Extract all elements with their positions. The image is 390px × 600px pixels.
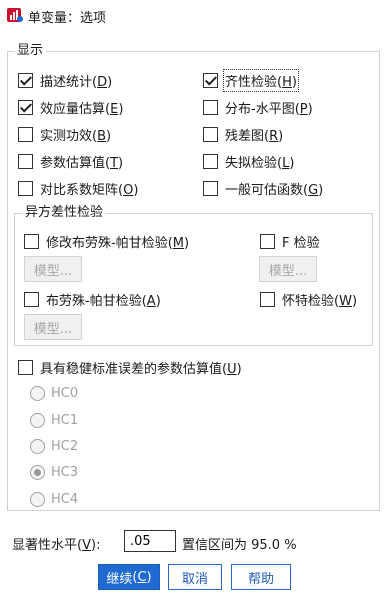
descriptive-stats-checkbox[interactable]: 描述统计(D) xyxy=(18,70,112,90)
help-button[interactable]: 帮助 xyxy=(231,564,291,590)
white-test-label: 怀特检验(W) xyxy=(282,293,358,309)
spread-level-plot-checkbox[interactable]: 分布-水平图(P) xyxy=(203,97,313,117)
hc1-radio-circle[interactable] xyxy=(30,412,45,428)
effect-size-label: 效应量估算(E) xyxy=(40,101,124,117)
hc2-radio[interactable]: HC2 xyxy=(30,436,78,456)
robust-se-check[interactable] xyxy=(18,359,33,375)
modified-breusch-pagan-check[interactable] xyxy=(24,233,39,249)
lack-of-fit-checkbox[interactable]: 失拟检验(L) xyxy=(203,151,294,171)
robust-se-label: 具有稳健标准误差的参数估算值(U) xyxy=(40,361,242,377)
robust-se-checkbox[interactable]: 具有稳健标准误差的参数估算值(U) xyxy=(18,357,242,377)
lack-of-fit-check[interactable] xyxy=(203,153,218,169)
breusch-pagan-model-button[interactable]: 模型... xyxy=(24,314,82,340)
hc3-label: HC3 xyxy=(51,464,79,480)
breusch-pagan-check[interactable] xyxy=(24,291,39,307)
hc0-radio[interactable]: HC0 xyxy=(30,383,78,403)
homogeneity-test-check[interactable] xyxy=(203,72,218,88)
estimable-function-check[interactable] xyxy=(203,180,218,196)
parameter-estimates-checkbox[interactable]: 参数估算值(T) xyxy=(18,151,123,171)
hc0-radio-circle[interactable] xyxy=(30,385,45,401)
estimable-function-label: 一般可估函数(G) xyxy=(225,182,324,198)
title-bar: 单变量：选项 xyxy=(0,0,390,30)
display-group-legend: 显示 xyxy=(14,43,47,59)
effect-size-check[interactable] xyxy=(18,99,33,115)
residual-plot-checkbox[interactable]: 残差图(R) xyxy=(203,124,283,144)
spread-level-plot-check[interactable] xyxy=(203,99,218,115)
residual-plot-check[interactable] xyxy=(203,126,218,142)
white-test-checkbox[interactable]: 怀特检验(W) xyxy=(260,289,357,309)
hc4-radio-circle[interactable] xyxy=(30,491,45,507)
significance-level-input[interactable] xyxy=(124,530,176,552)
confidence-interval-text: 置信区间为 95.0 % xyxy=(182,538,297,553)
homogeneity-test-checkbox[interactable]: 齐性检验(H) xyxy=(203,68,299,92)
observed-power-check[interactable] xyxy=(18,126,33,142)
observed-power-label: 实测功效(B) xyxy=(40,128,112,144)
effect-size-checkbox[interactable]: 效应量估算(E) xyxy=(18,97,123,117)
cancel-button[interactable]: 取消 xyxy=(168,564,222,590)
hc4-radio[interactable]: HC4 xyxy=(30,489,78,509)
homogeneity-test-label: 齐性检验(H) xyxy=(223,68,299,92)
window-title: 单变量：选项 xyxy=(28,11,107,26)
spss-app-icon xyxy=(7,8,23,22)
residual-plot-label: 残差图(R) xyxy=(225,128,284,144)
breusch-pagan-checkbox[interactable]: 布劳殊-帕甘检验(A) xyxy=(24,289,161,309)
f-test-model-button[interactable]: 模型... xyxy=(259,256,317,282)
hc3-radio-circle[interactable] xyxy=(30,464,45,480)
contrast-matrix-label: 对比系数矩阵(O) xyxy=(40,182,139,198)
hc1-label: HC1 xyxy=(51,412,79,428)
f-test-checkbox[interactable]: F 检验 xyxy=(260,231,320,251)
hc1-radio[interactable]: HC1 xyxy=(30,410,78,430)
estimable-function-checkbox[interactable]: 一般可估函数(G) xyxy=(203,178,323,198)
parameter-estimates-label: 参数估算值(T) xyxy=(40,155,124,171)
hc4-label: HC4 xyxy=(51,491,79,507)
hc0-label: HC0 xyxy=(51,385,79,401)
modified-breusch-pagan-checkbox[interactable]: 修改布劳殊-帕甘检验(M) xyxy=(24,231,189,251)
hc2-label: HC2 xyxy=(51,438,79,454)
hetero-group-legend: 异方差性检验 xyxy=(22,205,107,221)
descriptive-stats-label: 描述统计(D) xyxy=(40,74,113,90)
contrast-matrix-checkbox[interactable]: 对比系数矩阵(O) xyxy=(18,178,138,198)
f-test-check[interactable] xyxy=(260,233,275,249)
modified-bp-model-button[interactable]: 模型... xyxy=(24,256,82,282)
spread-level-plot-label: 分布-水平图(P) xyxy=(225,101,313,117)
white-test-check[interactable] xyxy=(260,291,275,307)
parameter-estimates-check[interactable] xyxy=(18,153,33,169)
breusch-pagan-label: 布劳殊-帕甘检验(A) xyxy=(46,293,161,309)
observed-power-checkbox[interactable]: 实测功效(B) xyxy=(18,124,111,144)
modified-breusch-pagan-label: 修改布劳殊-帕甘检验(M) xyxy=(46,235,190,251)
lack-of-fit-label: 失拟检验(L) xyxy=(225,155,295,171)
significance-level-label: 显著性水平(V): xyxy=(12,538,101,553)
continue-button[interactable]: 继续(C) xyxy=(98,564,160,590)
hc3-radio[interactable]: HC3 xyxy=(30,462,78,482)
contrast-matrix-check[interactable] xyxy=(18,180,33,196)
hc2-radio-circle[interactable] xyxy=(30,438,45,454)
f-test-label: F 检验 xyxy=(282,235,320,251)
descriptive-stats-check[interactable] xyxy=(18,72,33,88)
